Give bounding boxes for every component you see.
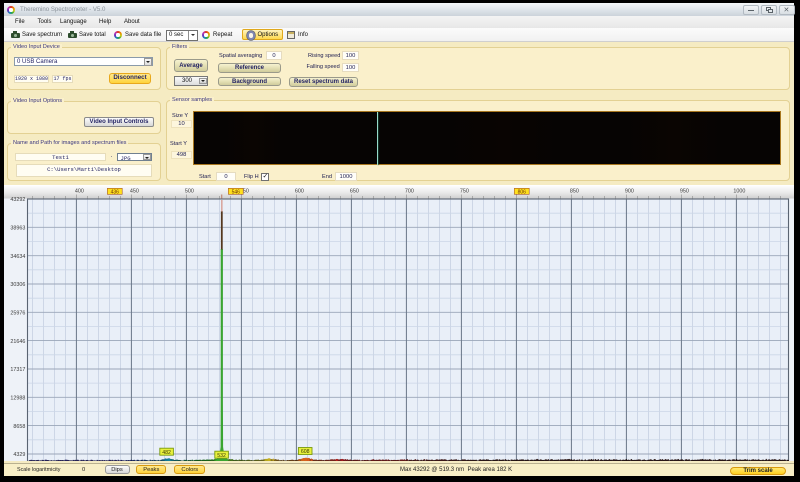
svg-text:482: 482 — [162, 450, 171, 456]
svg-text:650: 650 — [350, 188, 359, 194]
svg-text:900: 900 — [625, 188, 634, 194]
svg-text:450: 450 — [130, 188, 139, 194]
svg-text:12988: 12988 — [10, 396, 25, 402]
svg-text:30306: 30306 — [10, 282, 25, 288]
svg-text:950: 950 — [680, 188, 689, 194]
svg-text:43292: 43292 — [10, 197, 25, 203]
svg-text:850: 850 — [570, 188, 579, 194]
svg-text:25976: 25976 — [10, 311, 25, 317]
svg-text:38963: 38963 — [10, 226, 25, 232]
svg-text:4329: 4329 — [13, 452, 25, 458]
svg-text:608: 608 — [301, 449, 310, 455]
svg-text:436: 436 — [111, 189, 120, 195]
svg-text:600: 600 — [295, 188, 304, 194]
svg-text:34634: 34634 — [10, 254, 25, 260]
svg-text:17317: 17317 — [10, 367, 25, 373]
svg-text:750: 750 — [460, 188, 469, 194]
svg-text:546: 546 — [232, 189, 241, 195]
svg-text:400: 400 — [75, 188, 84, 194]
svg-text:700: 700 — [405, 188, 414, 194]
svg-text:21646: 21646 — [10, 339, 25, 345]
svg-text:806: 806 — [518, 189, 527, 195]
svg-text:500: 500 — [185, 188, 194, 194]
svg-text:532: 532 — [217, 453, 226, 459]
svg-text:8658: 8658 — [13, 424, 25, 430]
svg-text:1000: 1000 — [733, 188, 745, 194]
